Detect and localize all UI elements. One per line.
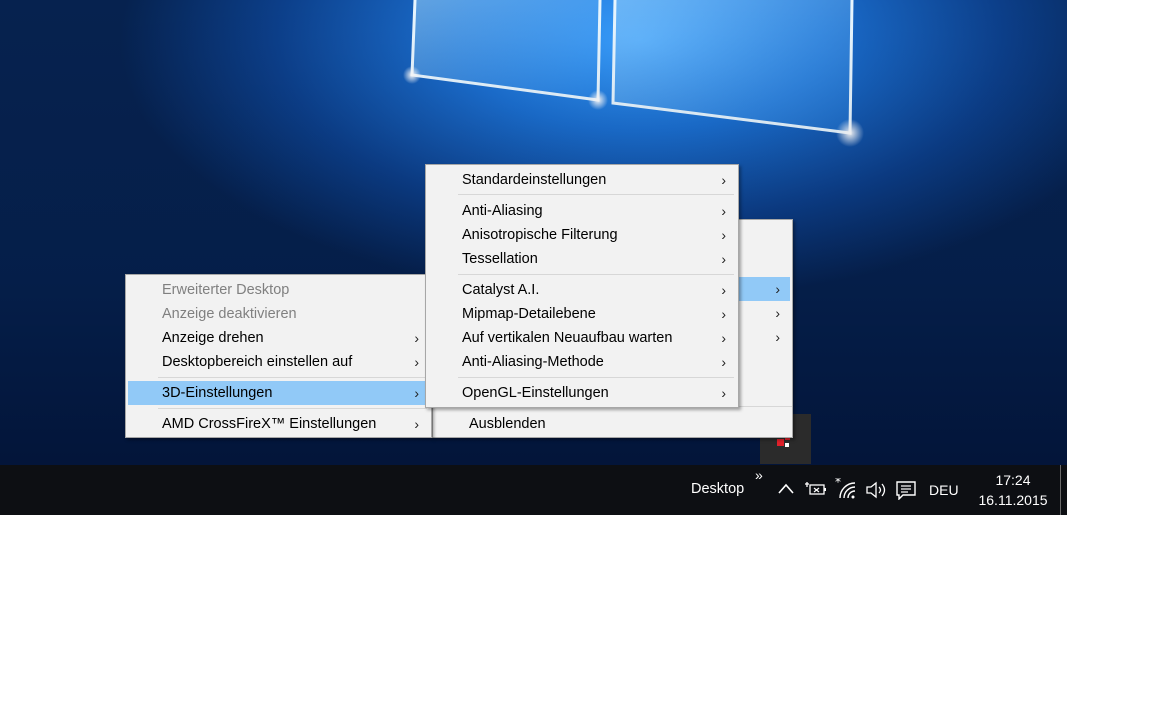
3d-settings-submenu: Standardeinstellungen › Anti-Aliasing › … bbox=[425, 164, 739, 408]
submenu-arrow-icon: › bbox=[721, 306, 726, 322]
submenu-arrow-icon: › bbox=[721, 203, 726, 219]
battery-plug-icon[interactable] bbox=[805, 480, 827, 498]
wifi-icon[interactable]: * bbox=[835, 478, 857, 500]
submenu-arrow-icon: › bbox=[414, 330, 419, 346]
menu-item-standardeinstellungen[interactable]: Standardeinstellungen › bbox=[428, 168, 736, 192]
clock-time: 17:24 bbox=[995, 472, 1031, 488]
menu-separator bbox=[158, 408, 427, 409]
menu-item-anzeige-drehen[interactable]: Anzeige drehen › bbox=[128, 326, 429, 350]
menu-item-anti-aliasing[interactable]: Anti-Aliasing › bbox=[428, 199, 736, 223]
menu-separator bbox=[158, 377, 427, 378]
menu-separator bbox=[458, 274, 734, 275]
show-desktop-button[interactable] bbox=[1060, 465, 1061, 515]
menu-separator bbox=[458, 194, 734, 195]
submenu-arrow-icon: › bbox=[721, 330, 726, 346]
chevron-up-icon[interactable] bbox=[777, 482, 795, 496]
volume-icon[interactable] bbox=[865, 481, 887, 499]
submenu-arrow-icon: › bbox=[721, 227, 726, 243]
language-indicator[interactable]: DEU bbox=[929, 482, 959, 498]
submenu-arrow-icon: › bbox=[721, 282, 726, 298]
action-center-icon[interactable] bbox=[895, 480, 917, 500]
submenu-arrow-icon: › bbox=[721, 354, 726, 370]
submenu-arrow-icon: › bbox=[721, 172, 726, 188]
menu-item-desktopbereich[interactable]: Desktopbereich einstellen auf › bbox=[128, 350, 429, 374]
clock-date: 16.11.2015 bbox=[978, 492, 1048, 508]
menu-item-crossfirex[interactable]: AMD CrossFireX™ Einstellungen › bbox=[128, 412, 429, 436]
menu-item-anzeige-deaktivieren: Anzeige deaktivieren bbox=[162, 306, 297, 322]
submenu-arrow-icon: › bbox=[721, 385, 726, 401]
menu-item-vertikaler-neuaufbau[interactable]: Auf vertikalen Neuaufbau warten › bbox=[428, 326, 736, 350]
submenu-arrow-icon: › bbox=[414, 354, 419, 370]
clock[interactable]: 17:24 16.11.2015 bbox=[972, 470, 1054, 510]
taskbar: Desktop » * DEU 17:24 16.11.2015 bbox=[0, 465, 1067, 515]
menu-item-anisotropische-filterung[interactable]: Anisotropische Filterung › bbox=[428, 223, 736, 247]
menu-separator bbox=[458, 377, 734, 378]
menu-item-opengl-einstellungen[interactable]: OpenGL-Einstellungen › bbox=[428, 381, 736, 405]
submenu-arrow-icon: › bbox=[414, 385, 419, 401]
menu-item-mipmap-detailebene[interactable]: Mipmap-Detailebene › bbox=[428, 302, 736, 326]
menu-item-tessellation[interactable]: Tessellation › bbox=[428, 247, 736, 271]
menu-item-3d-einstellungen[interactable]: 3D-Einstellungen › bbox=[128, 381, 429, 405]
desktop-toolbar-label[interactable]: Desktop bbox=[691, 481, 744, 497]
menu-item-ausblenden[interactable]: Ausblenden bbox=[435, 412, 790, 436]
menu-item-anti-aliasing-methode[interactable]: Anti-Aliasing-Methode › bbox=[428, 350, 736, 374]
catalyst-context-menu: Erweiterter Desktop Anzeige deaktivieren… bbox=[125, 274, 432, 438]
toolbar-overflow-icon[interactable]: » bbox=[755, 467, 763, 483]
submenu-arrow-icon: › bbox=[414, 416, 419, 432]
menu-item-catalyst-ai[interactable]: Catalyst A.I. › bbox=[428, 278, 736, 302]
menu-item-erweiterter-desktop: Erweiterter Desktop bbox=[162, 282, 290, 298]
svg-text:*: * bbox=[835, 478, 841, 489]
submenu-arrow-icon: › bbox=[721, 251, 726, 267]
